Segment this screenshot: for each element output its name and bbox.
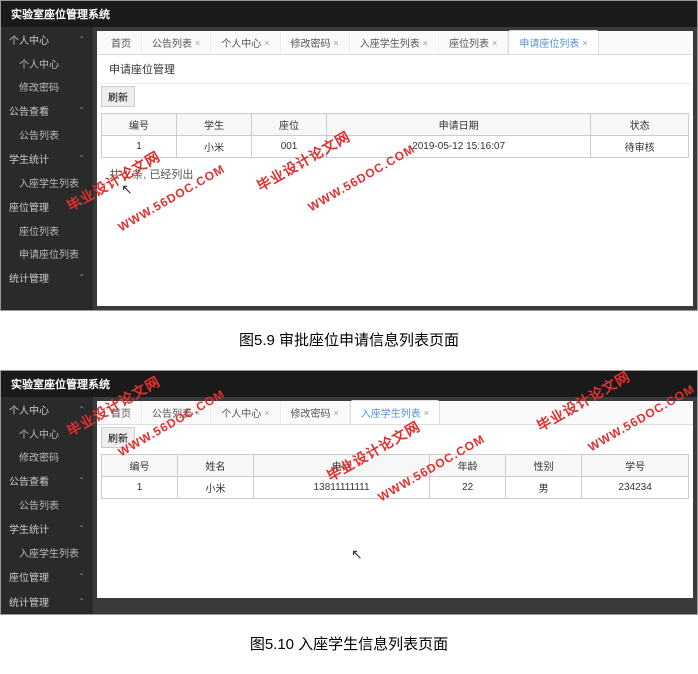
- close-icon[interactable]: ×: [582, 38, 587, 48]
- tab-personal[interactable]: 个人中心×: [211, 31, 280, 54]
- th-seat: 座位: [252, 114, 327, 136]
- close-icon[interactable]: ×: [264, 38, 269, 48]
- sidebar: 个人中心⌃ 个人中心 修改密码 公告查看⌃ 公告列表 学生统计⌃ 入座学生列表 …: [1, 397, 93, 614]
- screenshot-2: 实验室座位管理系统 个人中心⌃ 个人中心 修改密码 公告查看⌃ 公告列表 学生统…: [0, 370, 698, 615]
- tab-password[interactable]: 修改密码×: [281, 401, 350, 424]
- content: 申请座位管理 刷新 编号 学生 座位 申请日期 状态 1 小米 00: [97, 55, 693, 306]
- nav-stats-management[interactable]: 统计管理⌃: [1, 589, 93, 614]
- tab-announcements[interactable]: 公告列表×: [142, 31, 211, 54]
- chevron-up-icon: ⌃: [78, 476, 85, 485]
- nav-item-password[interactable]: 修改密码: [1, 75, 93, 98]
- nav-item-seat-list[interactable]: 座位列表: [1, 219, 93, 242]
- nav-announcements[interactable]: 公告查看⌃: [1, 98, 93, 123]
- chevron-up-icon: ⌃: [78, 273, 85, 282]
- close-icon[interactable]: ×: [334, 38, 339, 48]
- th-age: 年龄: [430, 455, 506, 477]
- sidebar: 个人中心⌃ 个人中心 修改密码 公告查看⌃ 公告列表 学生统计⌃ 入座学生列表 …: [1, 27, 93, 310]
- nav-item-personal[interactable]: 个人中心: [1, 52, 93, 75]
- close-icon[interactable]: ×: [264, 408, 269, 418]
- th-student: 学生: [177, 114, 252, 136]
- refresh-button[interactable]: 刷新: [101, 427, 135, 448]
- layout: 个人中心⌃ 个人中心 修改密码 公告查看⌃ 公告列表 学生统计⌃ 入座学生列表 …: [1, 27, 697, 310]
- cursor-icon: ↖: [121, 181, 133, 198]
- summary-text: 共 1 条, 已经列出: [97, 162, 693, 186]
- close-icon[interactable]: ×: [492, 38, 497, 48]
- chevron-up-icon: ⌃: [78, 106, 85, 115]
- th-phone: 电话: [254, 455, 430, 477]
- th-number: 学号: [582, 455, 689, 477]
- th-date: 申请日期: [327, 114, 591, 136]
- tab-seat-list[interactable]: 座位列表×: [439, 31, 508, 54]
- th-name: 姓名: [178, 455, 254, 477]
- nav-stats-management[interactable]: 统计管理⌃: [1, 265, 93, 290]
- system-title: 实验室座位管理系统: [1, 1, 697, 27]
- tab-seated-students[interactable]: 入座学生列表×: [350, 400, 440, 424]
- nav-personal-center[interactable]: 个人中心⌃: [1, 27, 93, 52]
- chevron-up-icon: ⌃: [78, 154, 85, 163]
- tab-home[interactable]: 首页: [101, 31, 142, 54]
- th-id: 编号: [102, 114, 177, 136]
- tabbar: 首页 公告列表× 个人中心× 修改密码× 入座学生列表×: [97, 401, 693, 425]
- tabbar: 首页 公告列表× 个人中心× 修改密码× 入座学生列表× 座位列表× 申请座位列…: [97, 31, 693, 55]
- caption-2: 图5.10 入座学生信息列表页面: [0, 617, 698, 674]
- nav-item-personal[interactable]: 个人中心: [1, 422, 93, 445]
- screenshot-1: 实验室座位管理系统 个人中心⌃ 个人中心 修改密码 公告查看⌃ 公告列表 学生统…: [0, 0, 698, 311]
- refresh-row: 刷新: [97, 425, 693, 450]
- student-table: 编号 姓名 电话 年龄 性别 学号 1 小米 13811111111 22 男 …: [101, 454, 689, 499]
- close-icon[interactable]: ×: [195, 408, 200, 418]
- nav-personal-center[interactable]: 个人中心⌃: [1, 397, 93, 422]
- tab-seat-apply[interactable]: 申请座位列表×: [508, 30, 598, 54]
- table-row[interactable]: 1 小米 001 2019-05-12 15:16:07 待审核: [102, 136, 689, 158]
- close-icon[interactable]: ×: [195, 38, 200, 48]
- close-icon[interactable]: ×: [423, 38, 428, 48]
- chevron-up-icon: ⌃: [78, 35, 85, 44]
- tab-password[interactable]: 修改密码×: [281, 31, 350, 54]
- refresh-button[interactable]: 刷新: [101, 86, 135, 107]
- nav-announcements[interactable]: 公告查看⌃: [1, 468, 93, 493]
- nav-item-seated-students[interactable]: 入座学生列表: [1, 541, 93, 564]
- nav-student-stats[interactable]: 学生统计⌃: [1, 146, 93, 171]
- refresh-row: 刷新: [97, 84, 693, 109]
- th-status: 状态: [591, 114, 689, 136]
- whitespace: [97, 503, 693, 598]
- main-area: 首页 公告列表× 个人中心× 修改密码× 入座学生列表× 刷新 编号 姓名 电话…: [93, 397, 697, 614]
- tab-seated-students[interactable]: 入座学生列表×: [350, 31, 439, 54]
- chevron-up-icon: ⌃: [78, 202, 85, 211]
- nav-seat-management[interactable]: 座位管理⌃: [1, 194, 93, 219]
- page-title: 申请座位管理: [97, 55, 693, 84]
- content: 刷新 编号 姓名 电话 年龄 性别 学号 1 小米 13811111111: [97, 425, 693, 598]
- th-id: 编号: [102, 455, 178, 477]
- cursor-icon: ↖: [351, 546, 363, 563]
- close-icon[interactable]: ×: [424, 408, 429, 418]
- nav-item-seat-apply-list[interactable]: 申请座位列表: [1, 242, 93, 265]
- nav-item-seated-students[interactable]: 入座学生列表: [1, 171, 93, 194]
- layout: 个人中心⌃ 个人中心 修改密码 公告查看⌃ 公告列表 学生统计⌃ 入座学生列表 …: [1, 397, 697, 614]
- caption-1: 图5.9 审批座位申请信息列表页面: [0, 313, 698, 370]
- seat-apply-table: 编号 学生 座位 申请日期 状态 1 小米 001 2019-05-12 15:…: [101, 113, 689, 158]
- tab-announcements[interactable]: 公告列表×: [142, 401, 211, 424]
- nav-item-announcements[interactable]: 公告列表: [1, 123, 93, 146]
- tab-personal[interactable]: 个人中心×: [211, 401, 280, 424]
- chevron-up-icon: ⌃: [78, 572, 85, 581]
- tab-home[interactable]: 首页: [101, 401, 142, 424]
- close-icon[interactable]: ×: [334, 408, 339, 418]
- nav-item-announcements[interactable]: 公告列表: [1, 493, 93, 516]
- chevron-up-icon: ⌃: [78, 597, 85, 606]
- whitespace: [97, 186, 693, 306]
- chevron-up-icon: ⌃: [78, 405, 85, 414]
- th-gender: 性别: [506, 455, 582, 477]
- table-row[interactable]: 1 小米 13811111111 22 男 234234: [102, 477, 689, 499]
- main-area: 首页 公告列表× 个人中心× 修改密码× 入座学生列表× 座位列表× 申请座位列…: [93, 27, 697, 310]
- system-title: 实验室座位管理系统: [1, 371, 697, 397]
- chevron-up-icon: ⌃: [78, 524, 85, 533]
- nav-student-stats[interactable]: 学生统计⌃: [1, 516, 93, 541]
- nav-seat-management[interactable]: 座位管理⌃: [1, 564, 93, 589]
- nav-item-password[interactable]: 修改密码: [1, 445, 93, 468]
